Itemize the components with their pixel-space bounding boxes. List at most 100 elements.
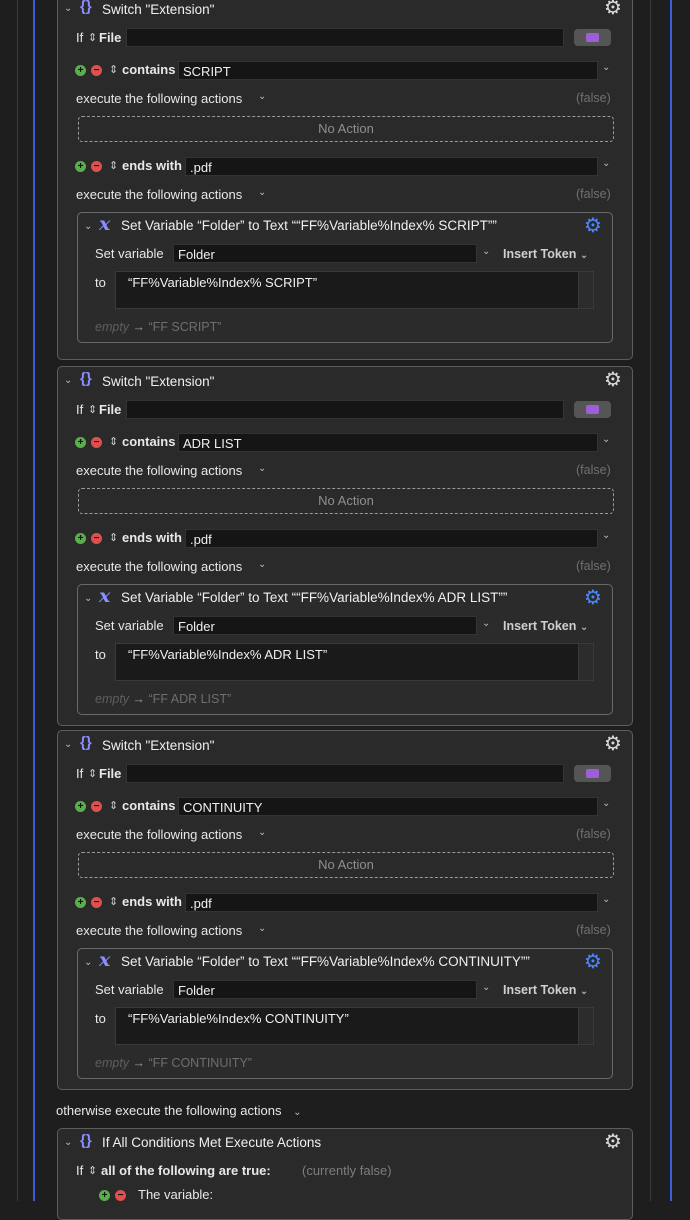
text-value-area[interactable]: “FF%Variable%Index% CONTINUITY” [115, 1007, 594, 1045]
add-case-icon[interactable]: + [75, 801, 86, 812]
switch-title[interactable]: Switch "Extension" [102, 738, 214, 753]
case1-operator[interactable]: contains [122, 62, 175, 77]
gear-icon[interactable]: ⚙ [584, 952, 602, 972]
case1-exec-label[interactable]: execute the following actions [76, 827, 242, 842]
source-select[interactable]: File [99, 402, 121, 417]
stepper-icon[interactable]: ⇕ [109, 159, 118, 172]
chevron-down-icon[interactable]: ⌄ [602, 62, 610, 73]
scrollbar[interactable] [578, 272, 593, 308]
text-value-area[interactable]: “FF%Variable%Index% ADR LIST” [115, 643, 594, 681]
case1-operator[interactable]: contains [122, 798, 175, 813]
condition-mode[interactable]: all of the following are true: [101, 1163, 271, 1178]
add-case-icon[interactable]: + [75, 897, 86, 908]
case1-operator[interactable]: contains [122, 434, 175, 449]
chevron-down-icon[interactable]: ⌄ [258, 187, 266, 198]
case1-exec-label[interactable]: execute the following actions [76, 463, 242, 478]
add-condition-icon[interactable]: + [99, 1190, 110, 1201]
chevron-down-icon[interactable]: ⌄ [602, 434, 610, 445]
insert-token-button[interactable]: Insert Token ⌄ [503, 247, 588, 261]
scrollbar[interactable] [578, 644, 593, 680]
stepper-icon[interactable]: ⇕ [109, 63, 118, 76]
remove-case-icon[interactable]: − [91, 533, 102, 544]
stepper-icon[interactable]: ⇕ [109, 435, 118, 448]
case2-value-field[interactable]: .pdf [185, 157, 598, 176]
remove-condition-icon[interactable]: − [115, 1190, 126, 1201]
choose-file-button[interactable] [574, 765, 611, 782]
no-action-dropzone[interactable]: No Action [78, 852, 614, 878]
insert-token-button[interactable]: Insert Token ⌄ [503, 983, 588, 997]
chevron-down-icon[interactable]: ⌄ [482, 246, 490, 257]
add-case-icon[interactable]: + [75, 437, 86, 448]
gear-icon[interactable]: ⚙ [604, 370, 622, 390]
stepper-icon[interactable]: ⇕ [88, 767, 97, 780]
case1-value-field[interactable]: ADR LIST [178, 433, 598, 452]
chevron-down-icon[interactable]: ⌄ [602, 158, 610, 169]
collapse-chevron-icon[interactable]: ⌄ [84, 221, 92, 232]
if-block-title[interactable]: If All Conditions Met Execute Actions [102, 1135, 321, 1150]
chevron-down-icon[interactable]: ⌄ [602, 894, 610, 905]
switch-title[interactable]: Switch "Extension" [102, 374, 214, 389]
collapse-chevron-icon[interactable]: ⌄ [84, 957, 92, 968]
case2-value-field[interactable]: .pdf [185, 893, 598, 912]
chevron-down-icon[interactable]: ⌄ [482, 618, 490, 629]
case2-value-field[interactable]: .pdf [185, 529, 598, 548]
stepper-icon[interactable]: ⇕ [88, 403, 97, 416]
case1-exec-label[interactable]: execute the following actions [76, 91, 242, 106]
collapse-chevron-icon[interactable]: ⌄ [84, 593, 92, 604]
text-value-area[interactable]: “FF%Variable%Index% SCRIPT” [115, 271, 594, 309]
chevron-down-icon[interactable]: ⌄ [258, 463, 266, 474]
chevron-down-icon[interactable]: ⌄ [258, 91, 266, 102]
otherwise-label[interactable]: otherwise execute the following actions … [56, 1103, 301, 1118]
variable-name-field[interactable]: Folder [173, 980, 477, 999]
gear-icon[interactable]: ⚙ [604, 734, 622, 754]
switch-title[interactable]: Switch "Extension" [102, 2, 214, 17]
file-path-field[interactable] [126, 764, 564, 783]
stepper-icon[interactable]: ⇕ [88, 1164, 97, 1177]
add-case-icon[interactable]: + [75, 65, 86, 76]
gear-icon[interactable]: ⚙ [584, 216, 602, 236]
variable-name-field[interactable]: Folder [173, 616, 477, 635]
no-action-dropzone[interactable]: No Action [78, 488, 614, 514]
stepper-icon[interactable]: ⇕ [109, 895, 118, 908]
case2-exec-label[interactable]: execute the following actions [76, 187, 242, 202]
gear-icon[interactable]: ⚙ [584, 588, 602, 608]
case2-operator[interactable]: ends with [122, 894, 182, 909]
variable-name-field[interactable]: Folder [173, 244, 477, 263]
collapse-chevron-icon[interactable]: ⌄ [64, 1137, 72, 1148]
case1-value-field[interactable]: SCRIPT [178, 61, 598, 80]
chevron-down-icon[interactable]: ⌄ [482, 982, 490, 993]
remove-case-icon[interactable]: − [91, 897, 102, 908]
chevron-down-icon[interactable]: ⌄ [258, 923, 266, 934]
action-title[interactable]: Set Variable “Folder” to Text ““FF%Varia… [121, 590, 507, 605]
action-title[interactable]: Set Variable “Folder” to Text ““FF%Varia… [121, 954, 530, 969]
chevron-down-icon[interactable]: ⌄ [602, 798, 610, 809]
remove-case-icon[interactable]: − [91, 161, 102, 172]
add-case-icon[interactable]: + [75, 161, 86, 172]
case2-operator[interactable]: ends with [122, 158, 182, 173]
remove-case-icon[interactable]: − [91, 65, 102, 76]
source-select[interactable]: File [99, 30, 121, 45]
stepper-icon[interactable]: ⇕ [109, 531, 118, 544]
case2-operator[interactable]: ends with [122, 530, 182, 545]
gear-icon[interactable]: ⚙ [604, 0, 622, 18]
choose-file-button[interactable] [574, 401, 611, 418]
collapse-chevron-icon[interactable]: ⌄ [64, 3, 72, 14]
chevron-down-icon[interactable]: ⌄ [293, 1107, 301, 1118]
collapse-chevron-icon[interactable]: ⌄ [64, 739, 72, 750]
chevron-down-icon[interactable]: ⌄ [258, 559, 266, 570]
choose-file-button[interactable] [574, 29, 611, 46]
gear-icon[interactable]: ⚙ [604, 1132, 622, 1152]
stepper-icon[interactable]: ⇕ [109, 799, 118, 812]
remove-case-icon[interactable]: − [91, 801, 102, 812]
action-title[interactable]: Set Variable “Folder” to Text ““FF%Varia… [121, 218, 497, 233]
case2-exec-label[interactable]: execute the following actions [76, 923, 242, 938]
chevron-down-icon[interactable]: ⌄ [602, 530, 610, 541]
case2-exec-label[interactable]: execute the following actions [76, 559, 242, 574]
add-case-icon[interactable]: + [75, 533, 86, 544]
insert-token-button[interactable]: Insert Token ⌄ [503, 619, 588, 633]
case1-value-field[interactable]: CONTINUITY [178, 797, 598, 816]
file-path-field[interactable] [126, 28, 564, 47]
remove-case-icon[interactable]: − [91, 437, 102, 448]
source-select[interactable]: File [99, 766, 121, 781]
collapse-chevron-icon[interactable]: ⌄ [64, 375, 72, 386]
